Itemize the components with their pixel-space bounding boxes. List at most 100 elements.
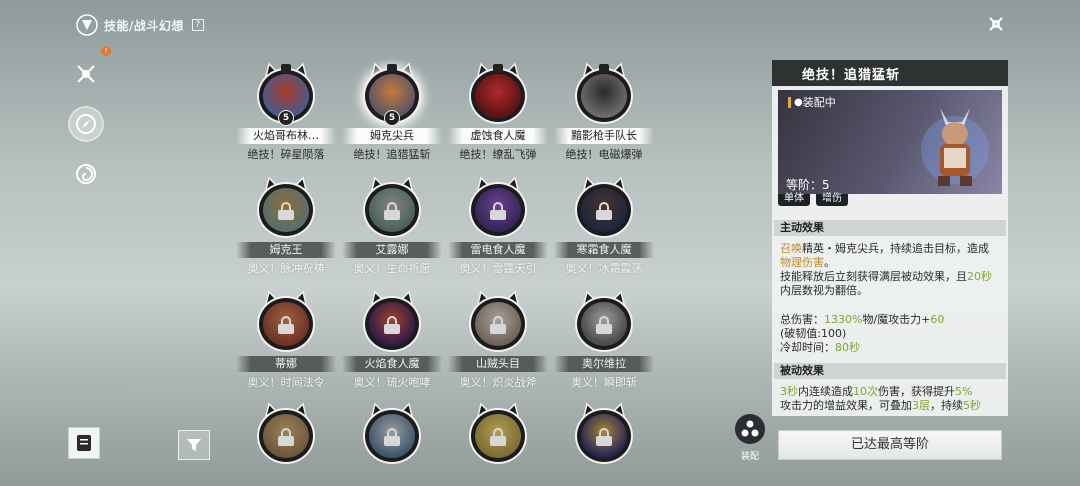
skill-card-name: 奥尔维拉 [554, 356, 654, 372]
owned-badge-icon [281, 64, 291, 73]
skill-card[interactable]: 山贼头目奥义！炽炎战斧 [448, 290, 548, 398]
lock-icon [596, 202, 612, 220]
equip-button[interactable] [735, 414, 765, 444]
skill-card[interactable] [448, 402, 548, 486]
skill-card-name: 虚蚀食人魔 [448, 128, 548, 144]
skill-portrait [363, 290, 421, 352]
skill-portrait [257, 176, 315, 238]
cooldown-value: 80秒 [835, 341, 860, 354]
equipped-marker [788, 96, 791, 108]
sidebar-item-combat[interactable] [70, 58, 102, 90]
lock-icon [490, 202, 506, 220]
help-icon[interactable]: ? [191, 19, 204, 31]
skill-title: 绝技！追猎猛斩 [802, 68, 901, 83]
skill-card[interactable]: 虚蚀食人魔绝技！缭乱飞弹 [448, 62, 548, 170]
active-effect-header: 主动效果 [774, 220, 1006, 236]
lock-icon [490, 428, 506, 446]
level-badge: 5 [384, 110, 400, 126]
summon-keyword: 召唤 [780, 242, 802, 255]
equipped-label: 装配中 [802, 96, 836, 109]
filter-button[interactable] [178, 430, 210, 460]
collapse-icon[interactable] [986, 14, 1006, 34]
sidebar-item-battle-fantasy[interactable] [70, 108, 102, 140]
skill-card[interactable]: 蒂娜 奥义！时间法令 [236, 290, 336, 398]
skill-card-name: 山贼头目 [448, 356, 548, 372]
skill-portrait [363, 176, 421, 238]
skill-tags: 单体 增伤 [778, 194, 848, 206]
equip-icon [741, 420, 759, 437]
swirl-icon [76, 164, 96, 184]
character-art [475, 74, 521, 118]
passive-effect-header: 被动效果 [774, 363, 1006, 379]
skill-card-skill: 绝技！追猎猛斩 [353, 148, 431, 161]
equip-label: 装配 [740, 452, 759, 462]
skill-portrait [363, 402, 421, 464]
max-level-button[interactable]: 已达最高等阶 [778, 430, 1002, 460]
skill-card[interactable]: 5 火焰哥布林… 绝技！碎星陨落 [236, 62, 336, 170]
skill-card-skill: 奥义！瞬即斩 [571, 376, 637, 389]
skill-card[interactable] [236, 402, 336, 486]
lock-icon [384, 316, 400, 334]
lock-icon [384, 202, 400, 220]
skill-card-skill: 奥义！雷霆天引 [459, 262, 537, 275]
skill-card-name: 姆克王 [236, 242, 336, 258]
duration-value: 20秒 [967, 270, 992, 283]
skill-card[interactable]: 黯影枪手队长 绝技！电磁爆弹 [554, 62, 654, 170]
tag-single-target: 单体 [778, 194, 810, 206]
physical-damage-keyword: 物理伤害 [780, 256, 824, 269]
skill-card[interactable] [554, 402, 654, 486]
panel-header: 绝技！追猎猛斩 [772, 60, 1008, 86]
lock-icon [384, 428, 400, 446]
skill-card-skill: 绝技！缭乱飞弹 [459, 148, 537, 161]
owned-badge-icon [599, 64, 609, 73]
skill-card-name: 艾露娜 [342, 242, 442, 258]
skill-card-skill: 奥义！冰霜震荡 [565, 262, 643, 275]
skill-portrait [575, 290, 633, 352]
skill-portrait [469, 176, 527, 238]
skill-portrait: 5 [363, 62, 421, 126]
effect-text: 内层数视为翻倍。 [780, 284, 868, 297]
skill-portrait [469, 402, 527, 464]
skill-card-name: 火焰哥布林… [236, 128, 336, 144]
skill-card-skill: 奥义！琉火咆哮 [353, 376, 431, 389]
skill-card-skill: 奥义！炽炎战斧 [459, 376, 537, 389]
skill-card[interactable]: 火焰食人魔奥义！琉火咆哮 [342, 290, 442, 398]
hero-figure-image [921, 108, 989, 186]
lock-icon [596, 428, 612, 446]
skill-card-name: 黯影枪手队长 [554, 128, 654, 144]
top-bar: 技能/战斗幻想 ? [76, 12, 204, 38]
skill-card-name: 火焰食人魔 [342, 356, 442, 372]
tag-damage-boost: 增伤 [816, 194, 848, 206]
document-icon [77, 435, 91, 451]
skill-card[interactable]: 艾露娜奥义！生命祈愿 [342, 176, 442, 284]
document-button[interactable] [68, 427, 100, 459]
skill-card-skill: 奥义！生命祈愿 [353, 262, 431, 275]
breadcrumb: 技能/战斗幻想 [104, 18, 184, 33]
skill-portrait [469, 62, 527, 124]
skill-card-skill: 绝技！碎星陨落 [247, 148, 325, 161]
cooldown-label: 冷却时间： [780, 341, 835, 354]
skill-card[interactable]: 奥尔维拉奥义！瞬即斩 [554, 290, 654, 398]
skill-card[interactable]: 5 姆克尖兵绝技！追猎猛斩 [342, 62, 442, 170]
skill-card-name: 蒂娜 [236, 356, 336, 372]
damage-formula: 物/魔攻击力+ [862, 313, 931, 326]
skill-card-name: 寒霜食人魔 [554, 242, 654, 258]
level-value: 5 [822, 178, 830, 192]
user-icon: ● [794, 96, 803, 108]
sidebar-item-skills[interactable] [70, 158, 102, 190]
lock-icon [490, 316, 506, 334]
passive-window: 3秒 [780, 385, 798, 398]
skill-card[interactable] [342, 402, 442, 486]
effect-text: 伤害，获得提升 [878, 385, 955, 398]
notification-badge: ! [101, 46, 111, 56]
skill-card[interactable]: 姆克王奥义！脉冲祝祷 [236, 176, 336, 284]
filter-icon [187, 439, 201, 451]
level-label: 等阶： [786, 178, 823, 192]
equipped-status: ● 装配中 [788, 94, 836, 110]
skill-card-skill: 奥义！脉冲祝祷 [247, 262, 325, 275]
effect-text: 。 [824, 256, 835, 269]
damage-stats: 总伤害：1330%物/魔攻击力+60 (破韧值:100) 冷却时间：80秒 [780, 313, 1004, 355]
skill-card[interactable]: 雷电食人魔 奥义！雷霆天引 [448, 176, 548, 284]
skill-card[interactable]: 寒霜食人魔奥义！冰霜震荡 [554, 176, 654, 284]
skill-card-name: 姆克尖兵 [342, 128, 442, 144]
